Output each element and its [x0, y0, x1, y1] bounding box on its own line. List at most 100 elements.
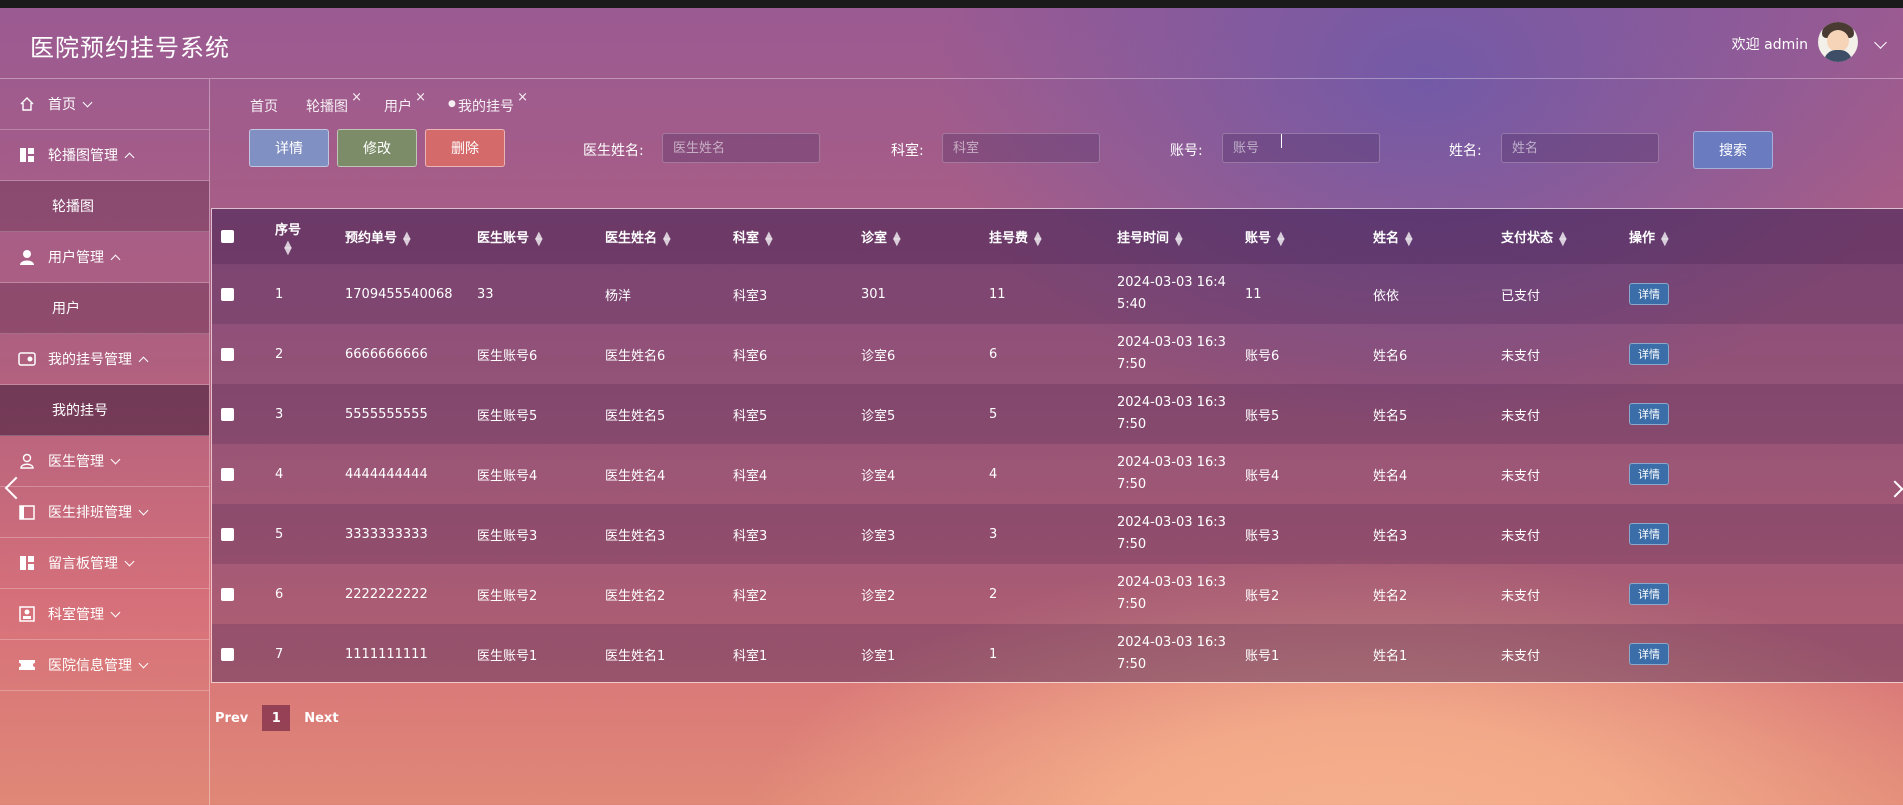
detail-button[interactable]: 详情: [249, 129, 329, 167]
cell-no: 3: [275, 406, 284, 422]
cell-room: 诊室5: [861, 408, 896, 424]
sort-icon[interactable]: ▲ ▼: [893, 230, 901, 247]
cell-order: 5555555555: [345, 406, 428, 422]
cell-doc_acc: 医生账号6: [477, 348, 538, 364]
cell-doc_acc: 33: [477, 286, 494, 302]
row-detail-button[interactable]: 详情: [1629, 403, 1669, 425]
column-header[interactable]: 科室 ▲ ▼: [733, 209, 861, 264]
avatar[interactable]: [1818, 22, 1858, 62]
cell-name: 姓名4: [1373, 468, 1408, 484]
column-header[interactable]: 预约单号 ▲ ▼: [345, 209, 477, 264]
ticket-icon: [18, 656, 36, 674]
cell-name: 姓名6: [1373, 348, 1408, 364]
row-detail-button[interactable]: 详情: [1629, 283, 1669, 305]
chevron-down-icon: [82, 97, 93, 107]
tab-user[interactable]: 用户 ×: [384, 90, 426, 116]
row-checkbox[interactable]: [221, 527, 234, 541]
column-header[interactable]: 支付状态 ▲ ▼: [1501, 209, 1629, 264]
sidebar-item-carousel-management[interactable]: 轮播图管理: [0, 130, 209, 181]
sort-icon[interactable]: ▲ ▼: [284, 239, 292, 256]
column-header[interactable]: 姓名 ▲ ▼: [1373, 209, 1501, 264]
column-header[interactable]: 医生姓名 ▲ ▼: [605, 209, 733, 264]
cell-fee: 4: [989, 466, 998, 482]
column-header[interactable]: 账号 ▲ ▼: [1245, 209, 1373, 264]
sort-icon[interactable]: ▲ ▼: [1661, 230, 1669, 247]
row-checkbox[interactable]: [221, 647, 234, 661]
row-detail-button[interactable]: 详情: [1629, 643, 1669, 665]
sort-icon[interactable]: ▲ ▼: [403, 230, 411, 247]
department-input[interactable]: [942, 133, 1100, 163]
chevron-down-icon[interactable]: [1874, 36, 1887, 49]
row-checkbox[interactable]: [221, 587, 234, 601]
sort-icon[interactable]: ▲ ▼: [1277, 230, 1285, 247]
row-detail-button[interactable]: 详情: [1629, 583, 1669, 605]
sidebar-item-hospital-info-management[interactable]: 医院信息管理: [0, 640, 209, 691]
sidebar-item-doctor-schedule-management[interactable]: 医生排班管理: [0, 487, 209, 538]
sidebar-item-message-board-management[interactable]: 留言板管理: [0, 538, 209, 589]
cell-order: 4444444444: [345, 466, 428, 482]
sidebar-subitem-carousel[interactable]: 轮播图: [0, 181, 209, 232]
column-header[interactable]: 操作 ▲ ▼: [1629, 209, 1859, 264]
sidebar-item-my-registration-management[interactable]: 我的挂号管理: [0, 334, 209, 385]
tab-home[interactable]: 首页: [250, 96, 278, 116]
doctor-name-label: 医生姓名:: [583, 143, 644, 159]
sort-icon[interactable]: ▲ ▼: [765, 230, 773, 247]
next-page-button[interactable]: Next: [304, 711, 338, 726]
cell-time: 2024-03-03 16:4 5:40: [1117, 275, 1226, 312]
column-header[interactable]: 诊室 ▲ ▼: [861, 209, 989, 264]
tab-my-registration[interactable]: 我的挂号×: [448, 90, 528, 116]
chevron-up-icon: [110, 254, 121, 264]
tab-carousel[interactable]: 轮播图 ×: [306, 90, 362, 116]
cell-doc_name: 医生姓名4: [605, 468, 666, 484]
page-number-button[interactable]: 1: [262, 705, 291, 731]
cell-acc: 账号6: [1245, 348, 1280, 364]
sort-icon[interactable]: ▲ ▼: [1405, 230, 1413, 247]
row-checkbox[interactable]: [221, 467, 234, 481]
chevron-down-icon: [138, 505, 149, 515]
sidebar-item-doctor-management[interactable]: 医生管理: [0, 436, 209, 487]
row-checkbox[interactable]: [221, 347, 234, 361]
cell-doc_name: 医生姓名1: [605, 648, 666, 664]
table-row: 1 1709455540068 33 杨洋 科室3 301 11 2024-03-03 16:…: [212, 264, 1903, 324]
close-icon[interactable]: ×: [351, 90, 362, 105]
sidebar-item-label: 我的挂号管理: [48, 352, 132, 368]
row-detail-button[interactable]: 详情: [1629, 463, 1669, 485]
welcome-text: 欢迎 admin: [1731, 37, 1808, 53]
doctor-name-input[interactable]: [662, 133, 820, 163]
cell-doc_acc: 医生账号2: [477, 588, 538, 604]
row-detail-button[interactable]: 详情: [1629, 343, 1669, 365]
name-input[interactable]: [1501, 133, 1659, 163]
column-header[interactable]: 医生账号 ▲ ▼: [477, 209, 605, 264]
cell-room: 诊室2: [861, 588, 896, 604]
row-checkbox[interactable]: [221, 407, 234, 421]
edit-button[interactable]: 修改: [337, 129, 417, 167]
sidebar-item-home[interactable]: 首页: [0, 79, 209, 130]
sort-icon[interactable]: ▲ ▼: [1034, 230, 1042, 247]
cell-order: 1709455540068: [345, 286, 453, 302]
sort-icon[interactable]: ▲ ▼: [535, 230, 543, 247]
sidebar-item-department-management[interactable]: 科室管理: [0, 589, 209, 640]
close-icon[interactable]: ×: [415, 90, 426, 105]
close-icon[interactable]: ×: [517, 90, 528, 105]
sidebar-item-user-management[interactable]: 用户管理: [0, 232, 209, 283]
row-checkbox[interactable]: [221, 287, 234, 301]
column-header[interactable]: 序号 ▲ ▼: [275, 209, 345, 264]
sidebar-subitem-my-registration[interactable]: 我的挂号: [0, 385, 209, 436]
cell-doc_acc: 医生账号5: [477, 408, 538, 424]
delete-button[interactable]: 删除: [425, 129, 505, 167]
cell-status: 未支付: [1501, 348, 1541, 364]
search-button[interactable]: 搜索: [1693, 131, 1773, 169]
column-header[interactable]: 挂号时间 ▲ ▼: [1117, 209, 1245, 264]
row-detail-button[interactable]: 详情: [1629, 523, 1669, 545]
table-row: 5 3333333333 医生账号3 医生姓名3 科室3 诊室3 3 2024-03-03 1…: [212, 504, 1903, 564]
sidebar-subitem-user[interactable]: 用户: [0, 283, 209, 334]
sort-icon[interactable]: ▲ ▼: [1175, 230, 1183, 247]
account-input[interactable]: [1222, 133, 1380, 163]
column-header[interactable]: 挂号费 ▲ ▼: [989, 209, 1117, 264]
sort-icon[interactable]: ▲ ▼: [1559, 230, 1567, 247]
prev-page-button[interactable]: Prev: [215, 711, 248, 726]
app-title: 医院预约挂号系统: [30, 34, 230, 62]
select-all-checkbox[interactable]: [221, 230, 234, 243]
sidebar-item-label: 科室管理: [48, 607, 104, 623]
sort-icon[interactable]: ▲ ▼: [663, 230, 671, 247]
